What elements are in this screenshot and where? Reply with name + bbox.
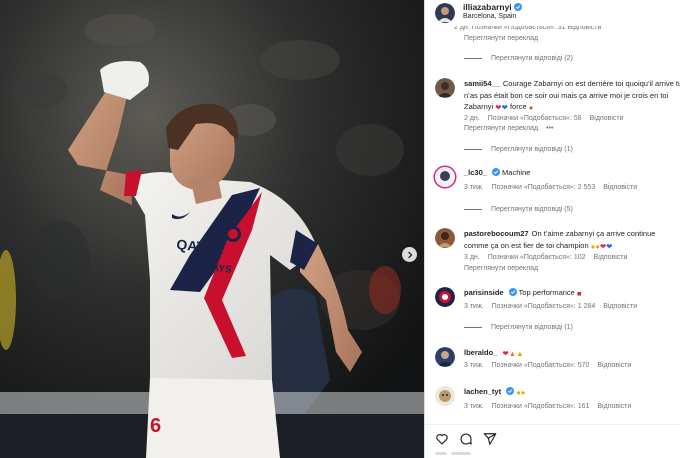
post-photo: 6 QATAR AIRWAYS — [0, 0, 424, 458]
blue-heart-emoji: ❤ — [606, 241, 613, 251]
like-button[interactable] — [435, 432, 449, 446]
comment-body: Top performance — [518, 288, 575, 297]
verified-badge-icon — [508, 288, 517, 296]
comment-text: lachen_tyt ●● — [464, 386, 680, 399]
commenter-username[interactable]: parisinside — [464, 288, 504, 297]
commenter-avatar[interactable] — [435, 347, 455, 367]
hands-emoji: ●● — [590, 241, 600, 251]
commenter-username[interactable]: lberaldo_ — [464, 348, 497, 357]
comment-text: _lc30_ Machine — [464, 167, 680, 179]
reply-button[interactable]: Відповісти — [603, 184, 637, 191]
replies-divider-line — [464, 57, 482, 59]
chevron-right-icon — [407, 251, 412, 258]
comment-time[interactable]: 3 тиж. — [464, 303, 484, 310]
reply-button[interactable]: Відповісти — [594, 254, 628, 261]
reply-button[interactable]: Відповісти — [590, 115, 624, 122]
view-replies-partial[interactable]: Переглянути відповіді (2) — [464, 55, 573, 62]
comment-likes[interactable]: Позначки «Подобається»: 1 284 — [492, 303, 596, 310]
share-icon — [483, 433, 497, 445]
comment-meta: 3 тиж. Позначки «Подобається»: 570 Відпові… — [464, 362, 639, 369]
comment-body: Machine — [502, 168, 531, 177]
comment-meta: 3 тиж. Позначки «Подобається»: 1 284 Відпо… — [464, 303, 645, 310]
football-player-photo: 6 QATAR AIRWAYS — [0, 0, 424, 458]
commenter-avatar[interactable] — [435, 167, 455, 187]
comment-text: lberaldo_ ❤▲▲ — [464, 347, 680, 360]
view-replies-2[interactable]: Переглянути відповіді (5) — [464, 206, 573, 213]
comments-panel: 2 дн. Позначки «Подобається»: 31 Відпові… — [424, 0, 680, 458]
comment-likes[interactable]: Позначки «Подобається»: 570 — [492, 362, 590, 369]
view-replies-3[interactable]: Переглянути відповіді (1) — [464, 324, 573, 331]
author-username-text: illiazabarnyi — [463, 2, 512, 12]
comment-text: pastorebocoum27 On t’aime zabarnyi ça arr… — [464, 228, 676, 252]
author-avatar[interactable] — [435, 3, 455, 23]
view-replies-label: Переглянути відповіді (5) — [491, 206, 573, 213]
commenter-username[interactable]: _lc30_ — [464, 168, 487, 177]
view-replies-1[interactable]: Переглянути відповіді (1) — [464, 146, 573, 153]
comment-meta: 3 дн. Позначки «Подобається»: 102 Відповіс… — [464, 254, 635, 261]
comment-meta: 2 дн. Позначки «Подобається»: 58 Відповіст… — [464, 115, 632, 122]
liked-by-text-stub — [451, 452, 471, 455]
flexed-biceps-emoji: ● — [528, 103, 534, 112]
view-replies-label: Переглянути відповіді (1) — [491, 146, 573, 153]
replies-divider-line — [464, 208, 482, 210]
commenter-avatar[interactable] — [435, 287, 455, 307]
view-translation-label: Переглянути переклад — [464, 125, 539, 132]
view-translation-link[interactable]: Переглянути переклад — [464, 265, 538, 272]
comment-time[interactable]: 3 тиж. — [464, 184, 484, 191]
commenter-username[interactable]: samii54__ — [464, 79, 500, 88]
comment-meta: 3 тиж. Позначки «Подобається»: 2 553 Відпо… — [464, 184, 645, 191]
more-options-icon[interactable]: ••• — [546, 125, 553, 132]
next-photo-button[interactable] — [402, 247, 417, 262]
share-button[interactable] — [483, 432, 497, 446]
view-translation-link-partial[interactable]: Переглянути переклад — [464, 35, 538, 42]
comment-icon — [460, 433, 472, 445]
praying-hands-emoji: ▲ — [516, 349, 524, 358]
reply-button[interactable]: Відповісти — [603, 303, 637, 310]
comment-meta: 3 тиж. Позначки «Подобається»: 161 Відпові… — [464, 403, 639, 410]
fire-emoji: ▲ — [508, 349, 517, 358]
comment-time[interactable]: 3 тиж. — [464, 403, 484, 410]
verified-badge-icon — [491, 168, 500, 176]
heart-icon — [436, 434, 448, 445]
comment-likes[interactable]: Позначки «Подобається»: 102 — [488, 254, 586, 261]
replies-divider-line — [464, 326, 482, 328]
post-location[interactable]: Barcelona, Spain — [463, 13, 516, 20]
view-replies-label: Переглянути відповіді (1) — [491, 324, 573, 331]
post-header: illiazabarnyi Barcelona, Spain — [425, 0, 680, 26]
view-replies-label: Переглянути відповіді (2) — [491, 55, 573, 62]
comment-likes[interactable]: Позначки «Подобається»: 2 553 — [492, 184, 596, 191]
author-username[interactable]: illiazabarnyi — [463, 2, 522, 12]
commenter-avatar[interactable] — [435, 78, 455, 98]
blue-heart-emoji: ❤ — [501, 103, 508, 112]
clapping-hands-emoji: ●● — [516, 388, 526, 397]
comment-text: parisinside Top performance ■ — [464, 287, 680, 300]
fire-emoji: ■ — [576, 289, 582, 298]
instagram-post-view: 6 QATAR AIRWAYS 2 дн. Позначки «Подобаєт… — [0, 0, 680, 458]
comment-time[interactable]: 2 дн. — [464, 115, 480, 122]
comment-time[interactable]: 3 тиж. — [464, 362, 484, 369]
commenter-avatar[interactable] — [435, 228, 455, 248]
comment-body-tail: force — [509, 102, 527, 111]
liked-by-avatar-stub — [435, 452, 447, 455]
verified-badge-icon — [513, 3, 522, 11]
shirt-number: 6 — [150, 415, 161, 437]
commenter-username[interactable]: pastorebocoum27 — [464, 229, 529, 238]
reply-button[interactable]: Відповісти — [597, 362, 631, 369]
verified-badge-icon — [506, 387, 515, 395]
reply-button[interactable]: Відповісти — [597, 403, 631, 410]
comment-likes[interactable]: Позначки «Подобається»: 58 — [488, 115, 582, 122]
commenter-avatar[interactable] — [435, 386, 455, 406]
commenter-username[interactable]: lachen_tyt — [464, 387, 501, 396]
comment-button[interactable] — [459, 432, 473, 446]
post-actions-bar — [425, 424, 680, 458]
replies-divider-line — [464, 148, 482, 150]
comment-time[interactable]: 3 дн. — [464, 254, 480, 261]
comment-text: samii54__ Courage Zabarnyi on est derrièr… — [464, 78, 680, 114]
view-translation-link[interactable]: Переглянути переклад ••• — [464, 125, 553, 132]
comment-likes[interactable]: Позначки «Подобається»: 161 — [492, 403, 590, 410]
